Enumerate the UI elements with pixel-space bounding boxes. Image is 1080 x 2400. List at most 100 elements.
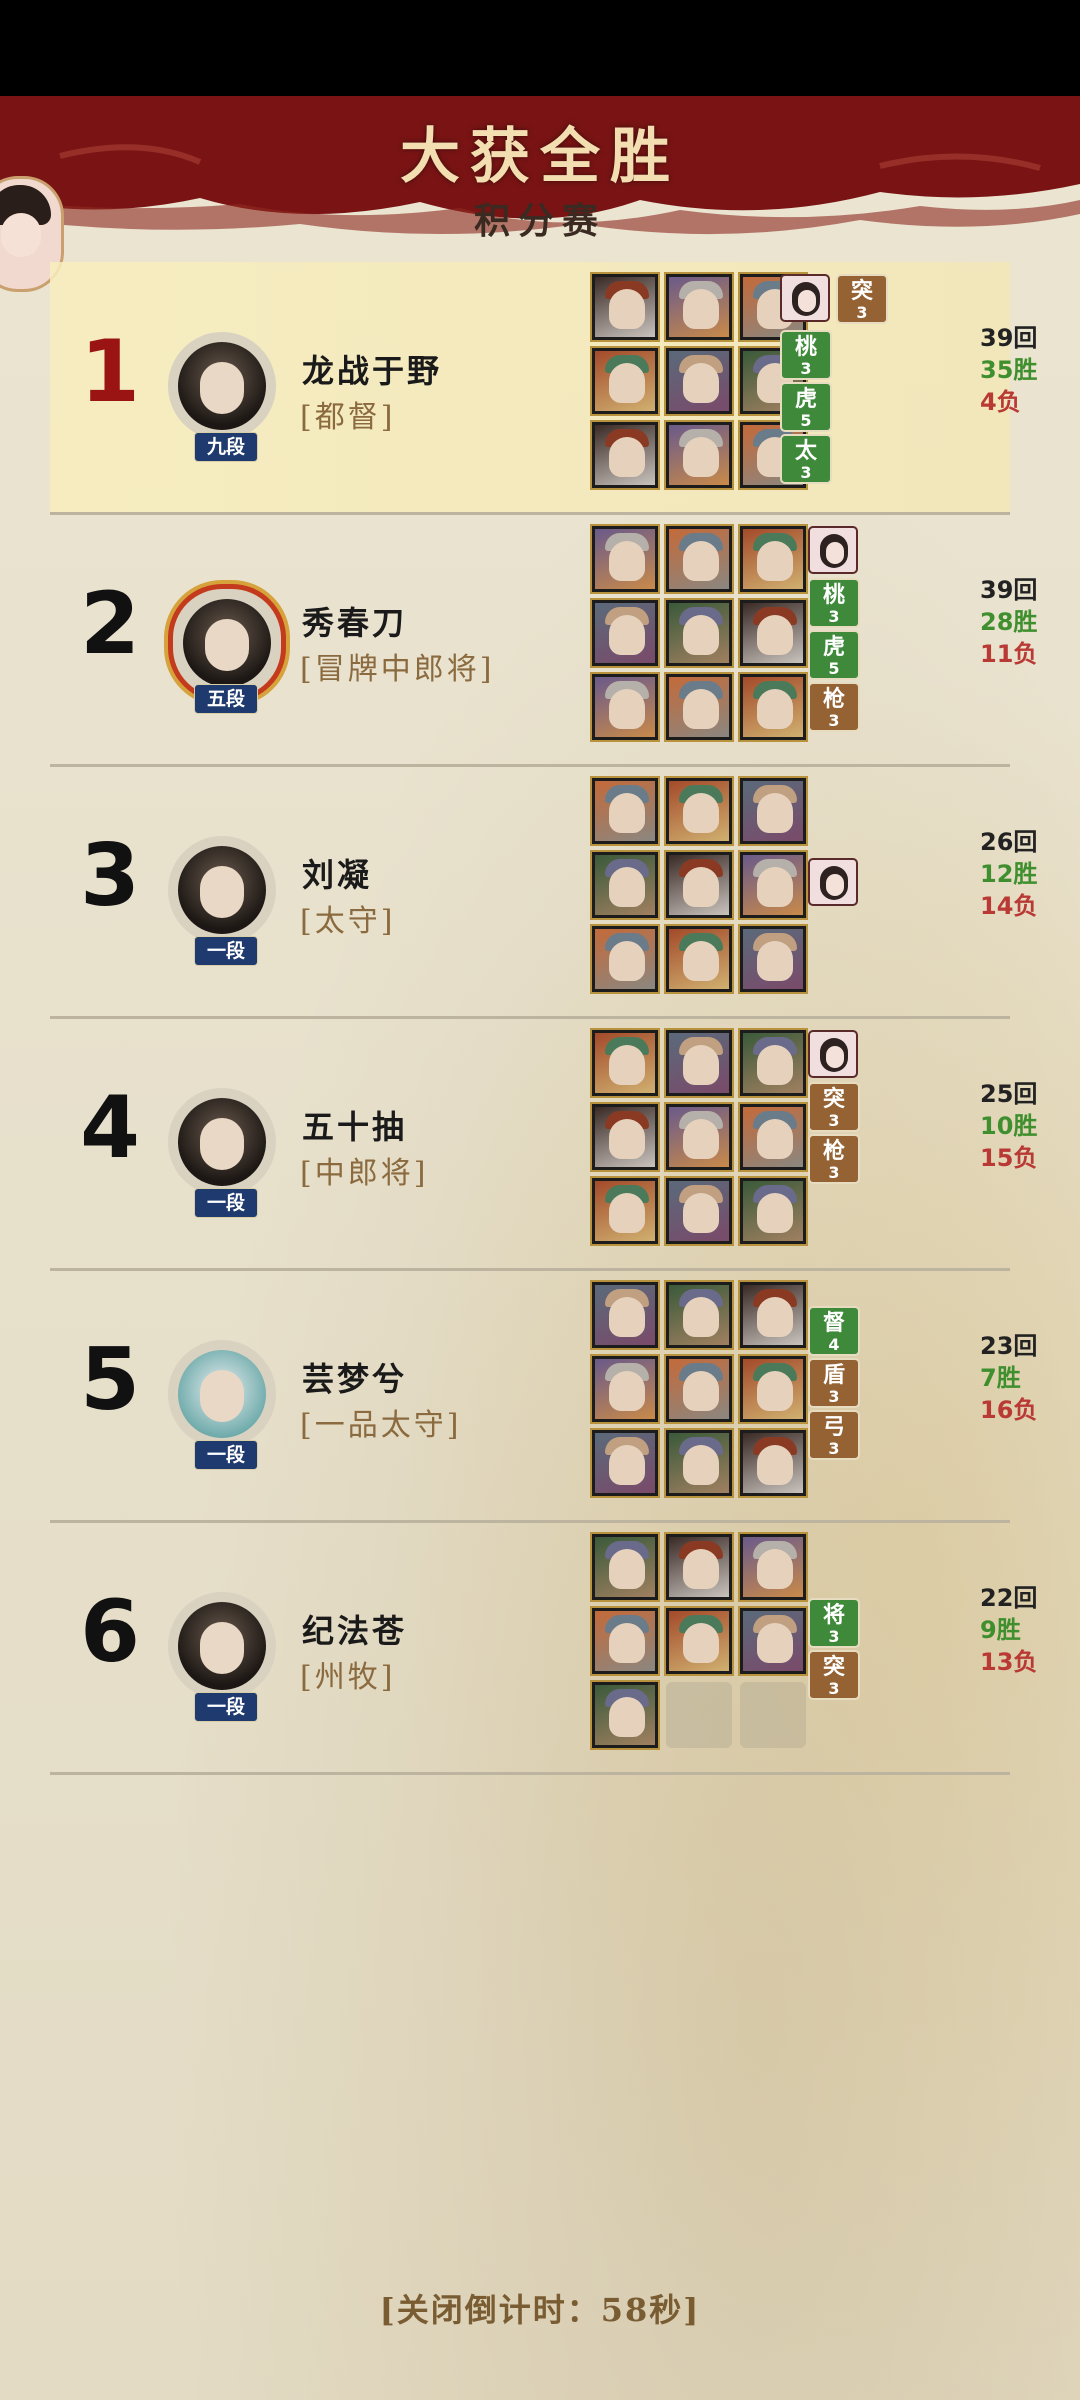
tag-label: 枪 (822, 686, 845, 712)
hero-portrait[interactable] (590, 420, 660, 490)
companion-portrait[interactable] (780, 274, 830, 322)
hero-portrait[interactable] (590, 1532, 660, 1602)
hero-portrait[interactable] (664, 1176, 734, 1246)
hero-portrait[interactable] (738, 850, 808, 920)
rank-number: 6 (80, 1582, 140, 1682)
companion-portrait[interactable] (808, 526, 858, 574)
player-stats: 22回 9胜 13负 (980, 1582, 1070, 1678)
synergy-tag[interactable]: 桃3 (780, 330, 832, 380)
hero-portrait[interactable] (664, 850, 734, 920)
synergy-tag[interactable]: 枪3 (808, 1134, 860, 1184)
hero-portrait[interactable] (664, 1532, 734, 1602)
hero-portrait[interactable] (664, 1102, 734, 1172)
hero-portrait[interactable] (738, 776, 808, 846)
ranking-row[interactable]: 3 一段 刘凝 [太守] 26回 12胜 14负 (50, 766, 1037, 1016)
hero-portrait[interactable] (738, 1354, 808, 1424)
ranking-row[interactable]: 6 一段 纪法苍 [州牧] 将 3 突 3 22回 9胜 13负 (50, 1522, 1037, 1772)
hero-portrait[interactable] (664, 776, 734, 846)
synergy-tag[interactable]: 督4 (808, 1306, 860, 1356)
hero-portrait[interactable] (738, 672, 808, 742)
hero-portrait[interactable] (664, 420, 734, 490)
rounds-count: 39回 (980, 576, 1038, 604)
player-avatar[interactable] (168, 1592, 276, 1700)
dan-badge: 一段 (194, 1188, 258, 1218)
hero-portrait[interactable] (590, 1102, 660, 1172)
hero-portrait[interactable] (738, 1028, 808, 1098)
hero-portrait[interactable] (590, 1028, 660, 1098)
player-name: 五十抽 (302, 1108, 408, 1146)
ranking-row[interactable]: 1 九段 龙战于野 [都督] 突 3 桃 3 虎 5 太 3 39回 35胜 4负 (50, 262, 1037, 512)
rank-number: 4 (80, 1078, 140, 1178)
synergy-tag[interactable]: 突3 (808, 1082, 860, 1132)
hero-portrait[interactable] (664, 1428, 734, 1498)
hero-portrait[interactable] (738, 1280, 808, 1350)
tag-level: 3 (828, 1111, 840, 1130)
tag-level: 5 (828, 659, 840, 678)
synergy-tag[interactable]: 虎5 (808, 630, 860, 680)
hero-portrait[interactable] (590, 1428, 660, 1498)
close-countdown: [关闭倒计时：58秒] (379, 2291, 701, 2329)
hero-portrait[interactable] (590, 1176, 660, 1246)
losses-count: 4负 (980, 388, 1021, 416)
synergy-tag[interactable]: 将3 (808, 1598, 860, 1648)
ranking-row[interactable]: 2 五段 秀春刀 [冒牌中郎将] 桃 3 虎 5 枪 3 39回 28胜 11负 (50, 514, 1037, 764)
hero-portrait[interactable] (590, 776, 660, 846)
synergy-tag[interactable]: 枪3 (808, 682, 860, 732)
hero-portrait[interactable] (664, 598, 734, 668)
row-divider (50, 1772, 1010, 1775)
hero-portrait[interactable] (664, 1028, 734, 1098)
hero-portrait[interactable] (664, 1606, 734, 1676)
hero-portrait[interactable] (738, 1176, 808, 1246)
synergy-tag[interactable]: 弓3 (808, 1410, 860, 1460)
hero-portrait[interactable] (738, 598, 808, 668)
tag-label: 盾 (822, 1362, 845, 1388)
hero-portrait[interactable] (590, 346, 660, 416)
hero-portrait[interactable] (590, 598, 660, 668)
hero-portrait[interactable] (664, 924, 734, 994)
synergy-tag[interactable]: 盾3 (808, 1358, 860, 1408)
hero-portrait[interactable] (590, 850, 660, 920)
player-title: [中郎将] (300, 1156, 429, 1191)
hero-portrait[interactable] (590, 272, 660, 342)
hero-portrait[interactable] (664, 346, 734, 416)
hero-portrait[interactable] (590, 524, 660, 594)
hero-portrait[interactable] (664, 1280, 734, 1350)
hero-portrait[interactable] (664, 524, 734, 594)
companion-portrait[interactable] (808, 858, 858, 906)
hero-portrait[interactable] (738, 1102, 808, 1172)
tag-label: 将 (822, 1602, 845, 1628)
hero-portrait[interactable] (664, 272, 734, 342)
hero-portrait[interactable] (590, 1280, 660, 1350)
hero-portrait[interactable] (664, 1354, 734, 1424)
hero-portrait[interactable] (590, 1680, 660, 1750)
hero-portrait[interactable] (590, 1606, 660, 1676)
synergy-tag[interactable]: 虎5 (780, 382, 832, 432)
ranking-row[interactable]: 4 一段 五十抽 [中郎将] 突 3 枪 3 25回 10胜 15负 (50, 1018, 1037, 1268)
player-avatar[interactable] (168, 332, 276, 440)
hero-portrait[interactable] (738, 924, 808, 994)
rounds-count: 26回 (980, 828, 1038, 856)
wins-count: 35胜 (980, 356, 1038, 384)
tag-label: 突 (850, 278, 873, 304)
hero-portrait[interactable] (738, 1532, 808, 1602)
hero-portrait[interactable] (590, 1354, 660, 1424)
synergy-tag[interactable]: 突3 (808, 1650, 860, 1700)
hero-portrait[interactable] (738, 524, 808, 594)
synergy-tag[interactable]: 桃3 (808, 578, 860, 628)
hero-portrait[interactable] (590, 672, 660, 742)
companion-portrait[interactable] (808, 1030, 858, 1078)
tag-label: 太 (794, 438, 817, 464)
hero-portrait[interactable] (738, 1606, 808, 1676)
player-avatar[interactable] (168, 1088, 276, 1196)
tag-level: 3 (828, 711, 840, 730)
hero-portrait[interactable] (738, 1428, 808, 1498)
synergy-tag[interactable]: 突3 (836, 274, 888, 324)
tag-level: 4 (828, 1335, 840, 1354)
losses-count: 16负 (980, 1396, 1038, 1424)
player-avatar[interactable] (168, 836, 276, 944)
ranking-row[interactable]: 5 一段 芸梦兮 [一品太守] 督 4 盾 3 弓 3 23回 7胜 16负 (50, 1270, 1037, 1520)
hero-portrait[interactable] (590, 924, 660, 994)
player-avatar[interactable] (168, 1340, 276, 1448)
synergy-tag[interactable]: 太3 (780, 434, 832, 484)
hero-portrait[interactable] (664, 672, 734, 742)
